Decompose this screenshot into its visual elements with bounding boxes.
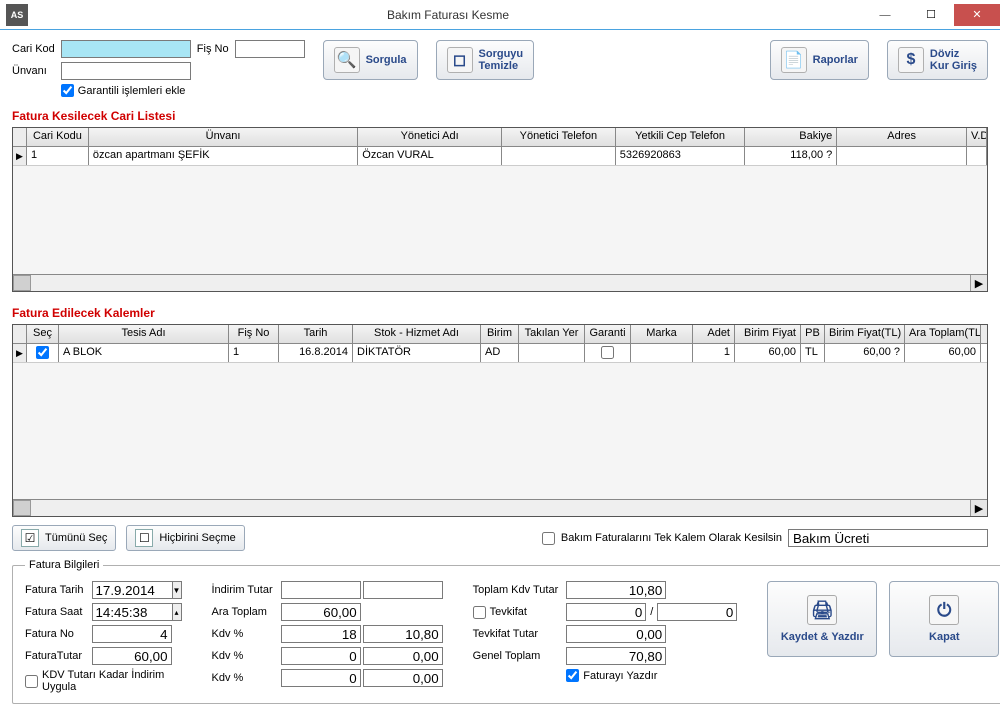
kdv3-amount[interactable] (363, 669, 443, 687)
hscrollbar[interactable]: ▶ (13, 274, 987, 291)
col-ara-toplam[interactable]: Ara Toplam(TL) (905, 325, 981, 343)
col-tarih[interactable]: Tarih (279, 325, 353, 343)
titlebar: AS Bakım Faturası Kesme — ☐ ✕ (0, 0, 1000, 30)
indirim-input-1[interactable] (281, 581, 361, 599)
col-bakiye[interactable]: Bakiye (745, 128, 837, 146)
tevkifat-2[interactable] (657, 603, 737, 621)
clear-icon: ◻ (447, 47, 473, 73)
unvani-label: Ünvanı (12, 65, 55, 77)
col-garanti[interactable]: Garanti (585, 325, 631, 343)
col-fisno[interactable]: Fiş No (229, 325, 279, 343)
fis-no-input[interactable] (235, 40, 305, 58)
tevkifat-checkbox[interactable] (473, 606, 486, 619)
app-icon: AS (6, 4, 28, 26)
col-birim[interactable]: Birim (481, 325, 519, 343)
check-icon: ☑ (21, 529, 39, 547)
row-sec-checkbox (36, 346, 49, 359)
doviz-kur-button[interactable]: $ DövizKur Giriş (887, 40, 988, 80)
col-adet[interactable]: Adet (693, 325, 735, 343)
kalem-grid: Seç Tesis Adı Fiş No Tarih Stok - Hizmet… (12, 324, 988, 517)
tevkifat-1[interactable] (566, 603, 646, 621)
toplam-kdv-input[interactable] (566, 581, 666, 599)
cari-kod-input[interactable] (61, 40, 191, 58)
kdv3-rate[interactable] (281, 669, 361, 687)
col-sec[interactable]: Seç (27, 325, 59, 343)
fatura-saat-input[interactable] (92, 603, 172, 621)
row-garanti-checkbox (601, 346, 614, 359)
hscrollbar[interactable]: ▶ (13, 499, 987, 516)
col-adres[interactable]: Adres (837, 128, 967, 146)
col-pb[interactable]: PB (801, 325, 825, 343)
tumunu-sec-button[interactable]: ☑Tümünü Seç (12, 525, 116, 551)
col-takilan[interactable]: Takılan Yer (519, 325, 585, 343)
col-stok[interactable]: Stok - Hizmet Adı (353, 325, 481, 343)
cari-kod-label: Cari Kod (12, 43, 55, 55)
kdv-indirim-checkbox[interactable] (25, 675, 38, 688)
unvani-input[interactable] (61, 62, 191, 80)
window-title: Bakım Faturası Kesme (34, 8, 862, 22)
search-icon: 🔍 (334, 47, 360, 73)
col-unvani[interactable]: Ünvanı (89, 128, 358, 146)
print-icon: 🖨 (807, 595, 837, 625)
sorgula-button[interactable]: 🔍 Sorgula (323, 40, 418, 80)
tevkifat-tutar-input[interactable] (566, 625, 666, 643)
col-tesis[interactable]: Tesis Adı (59, 325, 229, 343)
ara-toplam-input[interactable] (281, 603, 361, 621)
col-yonetici-tel[interactable]: Yönetici Telefon (502, 128, 616, 146)
section2-title: Fatura Edilecek Kalemler (12, 306, 988, 320)
fatura-tarih-input[interactable] (92, 581, 172, 599)
row-indicator-icon: ▶ (13, 344, 27, 362)
fatura-tutar-input[interactable] (92, 647, 172, 665)
kdv2-amount[interactable] (363, 647, 443, 665)
time-stepper-icon[interactable]: ▴ (172, 603, 182, 621)
col-marka[interactable]: Marka (631, 325, 693, 343)
fis-no-label: Fiş No (197, 43, 229, 55)
kdv1-amount[interactable] (363, 625, 443, 643)
sorguyu-temizle-button[interactable]: ◻ SorguyuTemizle (436, 40, 535, 80)
col-cari-kodu[interactable]: Cari Kodu (27, 128, 89, 146)
kapat-button[interactable]: ⏻ Kapat (889, 581, 999, 657)
kaydet-yazdir-button[interactable]: 🖨 Kaydet & Yazdır (767, 581, 877, 657)
minimize-button[interactable]: — (862, 4, 908, 26)
fatura-bilgileri-group: Fatura Bilgileri Fatura Tarih ▼ Fatura S… (12, 559, 1000, 704)
table-row[interactable]: ▶ A BLOK 1 16.8.2014 DİKTATÖR AD 1 60,00… (13, 344, 987, 363)
col-yonetici-adi[interactable]: Yönetici Adı (358, 128, 502, 146)
table-row[interactable]: ▶ 1 özcan apartmanı ŞEFİK Özcan VURAL 53… (13, 147, 987, 166)
col-birim-fiyat-tl[interactable]: Birim Fiyat(TL) (825, 325, 905, 343)
row-indicator-icon: ▶ (13, 147, 27, 165)
power-icon: ⏻ (929, 595, 959, 625)
garanti-label: Garantili işlemleri ekle (78, 85, 186, 97)
report-icon: 📄 (781, 47, 807, 73)
fatura-bilgileri-legend: Fatura Bilgileri (25, 559, 103, 571)
uncheck-icon: ☐ (135, 529, 153, 547)
cari-grid: Cari Kodu Ünvanı Yönetici Adı Yönetici T… (12, 127, 988, 292)
tek-kalem-checkbox[interactable] (542, 532, 555, 545)
indirim-input-2[interactable] (363, 581, 443, 599)
col-vd[interactable]: V.D (967, 128, 987, 146)
tek-kalem-input[interactable] (788, 529, 988, 547)
col-birim-fiyat[interactable]: Birim Fiyat (735, 325, 801, 343)
date-dropdown-icon[interactable]: ▼ (172, 581, 182, 599)
faturayi-yazdir-checkbox[interactable] (566, 669, 579, 682)
close-button[interactable]: ✕ (954, 4, 1000, 26)
section1-title: Fatura Kesilecek Cari Listesi (12, 109, 988, 123)
hicbirini-secme-button[interactable]: ☐Hiçbirini Seçme (126, 525, 244, 551)
fatura-no-input[interactable] (92, 625, 172, 643)
kdv2-rate[interactable] (281, 647, 361, 665)
garanti-checkbox[interactable] (61, 84, 74, 97)
dollar-icon: $ (898, 47, 924, 73)
kdv1-rate[interactable] (281, 625, 361, 643)
raporlar-button[interactable]: 📄 Raporlar (770, 40, 869, 80)
genel-toplam-input[interactable] (566, 647, 666, 665)
tek-kalem-label: Bakım Faturalarını Tek Kalem Olarak Kesi… (561, 532, 782, 544)
col-yetkili-cep[interactable]: Yetkili Cep Telefon (616, 128, 746, 146)
maximize-button[interactable]: ☐ (908, 4, 954, 26)
